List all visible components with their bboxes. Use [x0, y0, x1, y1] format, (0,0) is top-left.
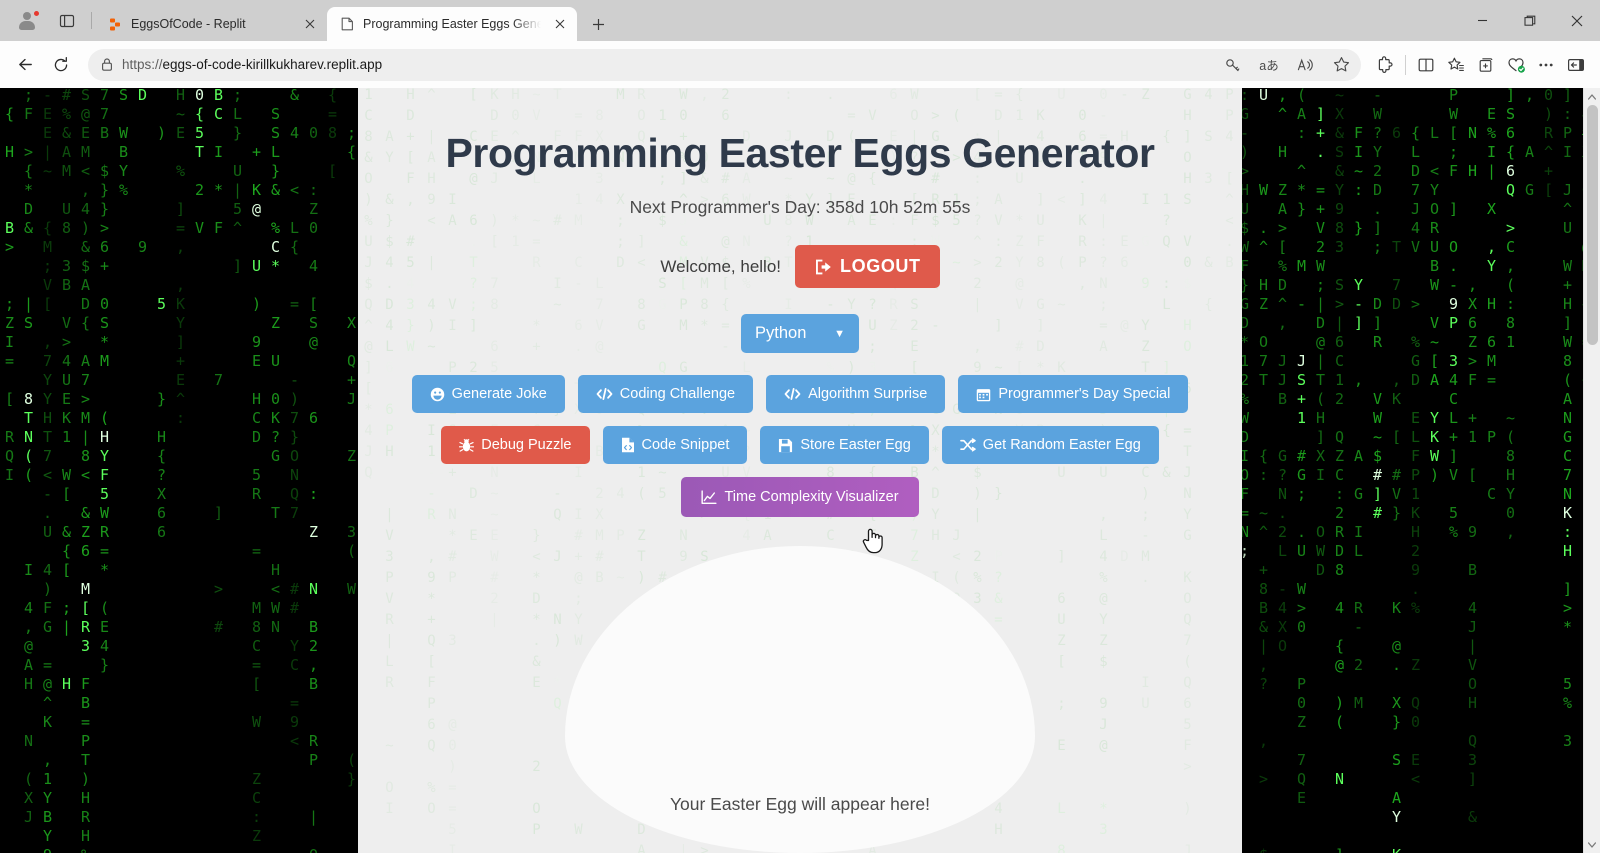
smile-face-icon [430, 387, 445, 402]
add-favorite-icon[interactable] [1327, 51, 1355, 79]
translate-glyph: aあ [1259, 55, 1278, 74]
button-label: Coding Challenge [620, 386, 735, 402]
main-content-card: 795?+G&X]4FA|2P- &#M9 ]J|.:# V1C8&O)%UJ$… [358, 88, 1242, 853]
save-floppy-icon [778, 438, 793, 453]
back-arrow-icon [18, 58, 32, 71]
sign-out-icon [814, 258, 833, 276]
button-label: Code Snippet [642, 437, 730, 453]
refresh-button[interactable] [44, 48, 78, 82]
extensions-icon[interactable] [1371, 51, 1399, 79]
code-brackets-icon [784, 387, 801, 401]
scroll-thumb[interactable] [1586, 105, 1598, 345]
tab-close-button[interactable] [549, 13, 571, 35]
read-aloud-icon[interactable] [1291, 51, 1319, 79]
scroll-track[interactable] [1584, 105, 1600, 836]
egg-placeholder-text: Your Easter Egg will appear here! [670, 794, 930, 815]
toolbar-divider [1405, 54, 1406, 75]
browser-window: EggsOfCode - Replit Programming Easter E… [0, 0, 1600, 853]
page-title: Programming Easter Eggs Generator [445, 130, 1154, 177]
time-complexity-visualizer-button[interactable]: Time Complexity Visualizer [681, 477, 919, 517]
notification-dot [33, 9, 40, 17]
settings-and-more-icon[interactable] [1532, 51, 1560, 79]
generate-joke-button[interactable]: Generate Joke [411, 375, 565, 413]
browser-tab-programming-easter-eggs[interactable]: Programming Easter Eggs Genera [327, 7, 577, 41]
back-button[interactable] [8, 48, 42, 82]
url-text: https://eggs-of-code-kirillkukharev.repl… [122, 57, 1211, 72]
code-snippet-button[interactable]: Code Snippet [602, 426, 748, 464]
collections-icon[interactable] [1472, 51, 1500, 79]
get-random-easter-egg-button[interactable]: Get Random Easter Egg [941, 426, 1159, 464]
plus-icon [592, 18, 604, 30]
tab-close-button[interactable] [299, 13, 321, 35]
button-label: Get Random Easter Egg [983, 437, 1141, 453]
replit-logo-icon [107, 16, 123, 32]
favorites-icon[interactable] [1442, 51, 1470, 79]
button-label: Store Easter Egg [800, 437, 910, 453]
new-tab-button[interactable] [583, 9, 613, 39]
scroll-up-arrow[interactable] [1584, 88, 1600, 105]
chevron-down-icon: ▼ [834, 328, 845, 340]
browser-essentials-icon[interactable] [1502, 51, 1530, 79]
maximize-button[interactable] [1506, 0, 1553, 41]
store-easter-egg-button[interactable]: Store Easter Egg [760, 426, 929, 464]
tab-strip: EggsOfCode - Replit Programming Easter E… [88, 0, 613, 41]
welcome-text: Welcome, hello! [660, 257, 781, 277]
browser-toolbar: https://eggs-of-code-kirillkukharev.repl… [0, 41, 1600, 88]
sidebar-toggle-icon[interactable] [1562, 51, 1590, 79]
tab-divider [91, 12, 92, 29]
language-select[interactable]: Python ▼ [741, 314, 859, 353]
refresh-icon [54, 56, 68, 71]
close-window-button[interactable] [1553, 0, 1600, 41]
page-scroll-area: 795?+G&X]4FA|2P- &#M9 ]J|.:# V1C8&O)%UJ$… [0, 88, 1600, 853]
tab-list-button[interactable] [50, 6, 84, 36]
button-label: Generate Joke [452, 386, 547, 402]
window-controls [1459, 0, 1600, 41]
file-code-icon [621, 437, 635, 453]
calendar-icon [976, 387, 991, 402]
code-brackets-icon [596, 387, 613, 401]
bug-icon [459, 438, 475, 453]
vertical-scrollbar[interactable] [1583, 88, 1600, 853]
lock-icon [100, 57, 114, 72]
shuffle-icon [959, 438, 976, 452]
logout-label: LOGOUT [840, 256, 921, 277]
button-label: Programmer's Day Special [998, 386, 1170, 402]
tab-title: Programming Easter Eggs Genera [363, 17, 541, 31]
page-document-icon [339, 16, 355, 32]
maximize-icon [1523, 15, 1535, 26]
tab-title: EggsOfCode - Replit [131, 17, 291, 31]
button-label: Time Complexity Visualizer [724, 489, 898, 505]
chart-line-icon [701, 489, 718, 505]
debug-puzzle-button[interactable]: Debug Puzzle [441, 426, 590, 464]
scroll-down-arrow[interactable] [1584, 836, 1600, 853]
welcome-row: Welcome, hello! LOGOUT [660, 245, 940, 288]
language-select-value: Python [755, 324, 806, 343]
browser-title-bar: EggsOfCode - Replit Programming Easter E… [0, 0, 1600, 41]
key-password-icon[interactable] [1219, 51, 1247, 79]
programmers-day-special-button[interactable]: Programmer's Day Special [958, 375, 1189, 413]
profile-button[interactable] [8, 6, 46, 36]
translate-icon[interactable]: aあ [1255, 51, 1283, 79]
browser-tab-eggsofcode-replit[interactable]: EggsOfCode - Replit [95, 7, 327, 41]
logout-button[interactable]: LOGOUT [795, 245, 940, 288]
language-select-wrapper: Python ▼ [741, 314, 859, 353]
programmers-day-countdown: Next Programmer's Day: 358d 10h 52m 55s [630, 197, 971, 218]
page-viewport: I } )WY + V * N { H B> ;ZI= [ RQI@C) %2 … [0, 88, 1600, 853]
address-bar[interactable]: https://eggs-of-code-kirillkukharev.repl… [88, 48, 1361, 81]
action-row-3: Time Complexity Visualizer [420, 477, 1180, 517]
minimize-button[interactable] [1459, 0, 1506, 41]
coding-challenge-button[interactable]: Coding Challenge [577, 375, 754, 413]
tab-list-icon [59, 14, 75, 27]
action-row-2: Debug Puzzle Code Snippet Store Easter E… [420, 426, 1180, 464]
algorithm-surprise-button[interactable]: Algorithm Surprise [766, 375, 946, 413]
button-label: Debug Puzzle [481, 437, 571, 453]
action-row-1: Generate Joke Coding Challenge Algorithm… [411, 375, 1189, 413]
button-label: Algorithm Surprise [808, 386, 927, 402]
easter-egg-display: Your Easter Egg will appear here! [565, 546, 1035, 853]
action-buttons-grid: Generate Joke Coding Challenge Algorithm… [411, 375, 1189, 530]
split-screen-icon[interactable] [1412, 51, 1440, 79]
